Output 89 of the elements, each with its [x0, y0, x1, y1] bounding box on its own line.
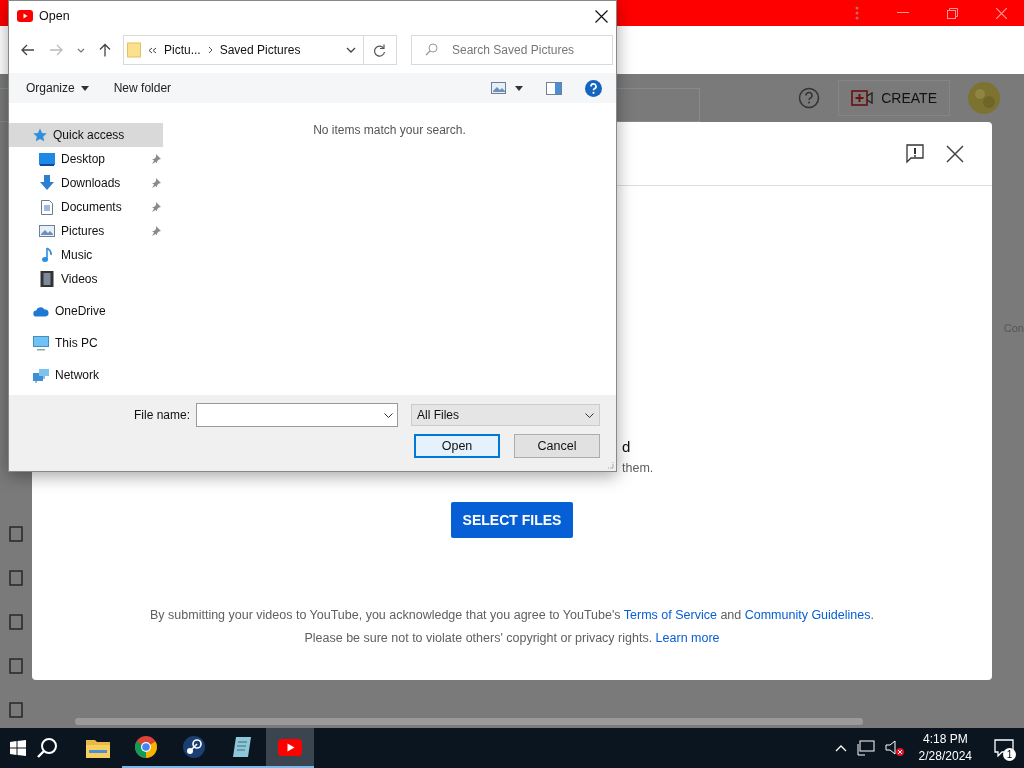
upload-note-fragment: them. [622, 461, 654, 475]
refresh-icon [374, 43, 386, 57]
nav-item[interactable]: Documents [9, 195, 163, 219]
cloud-icon [33, 305, 49, 317]
pictures-icon [39, 225, 55, 237]
file-name-label: File name: [133, 408, 190, 422]
breadcrumb-item[interactable]: Pictu... [164, 43, 201, 57]
notification-count: 1 [1003, 748, 1016, 761]
cancel-button[interactable]: Cancel [514, 434, 600, 458]
youtube-icon [278, 738, 302, 756]
nav-item[interactable]: Music [9, 243, 163, 267]
terms-link[interactable]: Terms of Service [623, 608, 717, 622]
chevron-down-icon [585, 412, 594, 418]
music-note-icon [39, 247, 55, 263]
pin-icon[interactable] [151, 154, 161, 164]
chrome-icon [134, 735, 158, 759]
folder-icon [86, 738, 110, 758]
file-type-dropdown[interactable]: All Files [411, 404, 600, 426]
nav-item[interactable]: OneDrive [9, 299, 163, 323]
search-icon[interactable] [36, 737, 58, 759]
clock-time[interactable]: 4:18 PM [922, 731, 968, 748]
upload-heading-fragment: d [622, 438, 632, 455]
film-icon [39, 271, 55, 287]
organize-button[interactable]: Organize [18, 81, 97, 95]
steam-icon [182, 735, 206, 759]
search-field[interactable]: Search Saved Pictures [411, 35, 613, 65]
download-icon [39, 175, 55, 191]
sidebar-icon[interactable] [9, 702, 23, 718]
nav-item[interactable]: Downloads [9, 171, 163, 195]
nav-item[interactable]: Videos [9, 267, 163, 291]
nav-item[interactable]: Pictures [9, 219, 163, 243]
network-icon [33, 367, 49, 383]
file-name-field[interactable] [196, 403, 398, 427]
privacy-text: Please be sure not to violate others' copyright or privacy rights. Learn more [303, 631, 721, 645]
volume-muted-icon[interactable] [884, 739, 905, 757]
sidebar-icon[interactable] [9, 658, 23, 674]
back-icon[interactable] [21, 44, 35, 56]
double-chevron-icon [148, 46, 157, 54]
preview-pane-icon[interactable] [546, 81, 562, 95]
nav-item[interactable]: Desktop [9, 147, 163, 171]
chevron-up-icon[interactable] [834, 744, 847, 752]
pin-icon[interactable] [151, 178, 161, 188]
folder-icon [127, 42, 141, 58]
message-icon [994, 739, 1014, 757]
empty-message: No items match your search. [313, 123, 466, 139]
terms-text: By submitting your videos to YouTube, you acknowledge that you agree to YouTube's Terms of Service and Community Guidelines. [150, 608, 874, 622]
close-icon[interactable] [595, 9, 608, 23]
feedback-icon[interactable] [906, 143, 924, 164]
new-folder-button[interactable]: New folder [105, 81, 180, 95]
select-files-button[interactable]: SELECT FILES [451, 502, 573, 538]
up-icon[interactable] [99, 43, 111, 57]
address-bar[interactable]: Pictu... Saved Pictures [123, 35, 397, 65]
clock-date[interactable]: 2/28/2024 [918, 748, 972, 765]
scrollbar-thumb[interactable] [75, 718, 863, 725]
recent-locations-icon[interactable] [77, 47, 85, 53]
document-icon [39, 199, 55, 215]
create-button[interactable]: CREATE [838, 80, 950, 116]
nav-item[interactable]: Network [9, 363, 163, 387]
chevron-down-icon[interactable] [346, 47, 356, 53]
learn-more-link[interactable]: Learn more [655, 631, 720, 645]
nav-item[interactable]: This PC [9, 331, 163, 355]
nav-item[interactable]: Quick access [9, 123, 163, 147]
pin-icon[interactable] [151, 226, 161, 236]
youtube-icon [17, 10, 33, 22]
help-icon[interactable] [585, 79, 602, 97]
view-icon[interactable] [491, 82, 506, 94]
chevron-down-icon[interactable] [384, 413, 393, 418]
network-icon[interactable] [856, 740, 875, 756]
star-icon [33, 128, 47, 142]
pin-icon[interactable] [151, 202, 161, 212]
sidebar-icon[interactable] [9, 614, 23, 630]
computer-icon [33, 335, 49, 351]
video-plus-icon [851, 90, 874, 106]
sidebar-icon[interactable] [9, 570, 23, 586]
open-button[interactable]: Open [414, 434, 500, 458]
notepad-icon [231, 735, 253, 759]
help-icon[interactable] [798, 87, 821, 109]
resize-grip-icon[interactable] [606, 461, 614, 469]
notifications-button[interactable]: 1 [984, 728, 1024, 768]
desktop-icon [39, 152, 55, 166]
chevron-right-icon [207, 46, 213, 54]
breadcrumb-item[interactable]: Saved Pictures [219, 43, 301, 57]
caret-icon [80, 85, 89, 91]
dialog-title: Open [39, 9, 70, 23]
caret-icon[interactable] [515, 85, 523, 91]
close-icon[interactable] [946, 144, 964, 163]
search-icon [425, 43, 438, 56]
sidebar-icon[interactable] [9, 526, 23, 542]
windows-start-icon[interactable] [10, 740, 26, 756]
